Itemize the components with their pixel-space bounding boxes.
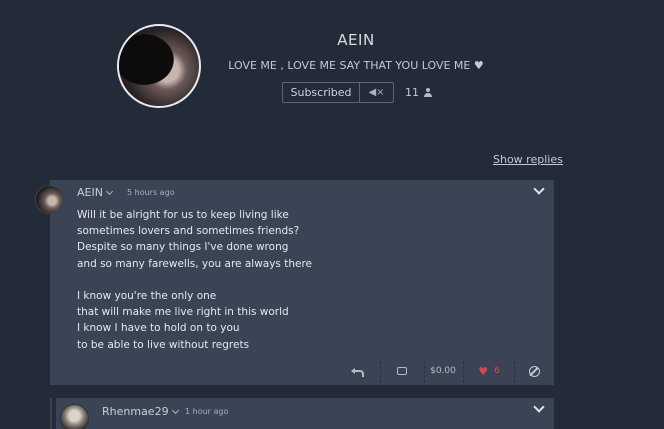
subscriber-count-value: 11 [405,86,419,99]
reply-card: Rhenmae29 1 hour ago [56,398,554,429]
profile-actions: Subscribed ◀× 11 [282,82,432,103]
profile-bio: LOVE ME , LOVE ME SAY THAT YOU LOVE ME ♥ [220,59,492,72]
like-button[interactable]: ♥ 6 [468,357,510,385]
reply-thread-line [50,398,52,429]
comment-line: Despite so many things I've done wrong [77,241,289,254]
comment-line: I know I have to hold on to you [77,322,240,335]
heart-icon: ♥ [473,59,484,72]
chevron-down-icon[interactable] [533,401,545,413]
repost-icon [397,367,407,375]
profile-bio-text: LOVE ME , LOVE ME SAY THAT YOU LOVE ME [228,59,471,72]
profile-avatar[interactable] [117,24,201,108]
comment-line [77,272,312,288]
comment-line: to be able to live without regrets [77,338,250,351]
comment-author-name: AEIN [77,186,103,199]
comment-line: sometimes lovers and sometimes friends? [77,225,300,238]
reply-timestamp: 1 hour ago [185,407,229,416]
comment-line: Will it be alright for us to keep living… [77,209,289,221]
mute-icon[interactable]: ◀× [360,82,394,103]
comment-timestamp: 5 hours ago [127,188,175,197]
tip-button[interactable]: $0.00 [427,357,459,385]
person-icon [424,88,432,97]
chevron-down-icon[interactable] [533,183,545,195]
block-button[interactable] [520,357,548,385]
comment-line: I know you're the only one [77,289,217,302]
comment-card: AEIN 5 hours ago Will it be alright for … [50,180,554,385]
show-replies-link[interactable]: Show replies [493,153,563,166]
reply-icon [351,366,364,377]
chevron-down-icon[interactable] [105,187,113,195]
comment-line: and so many farewells, you are always th… [77,257,313,270]
comment-body: Will it be alright for us to keep living… [77,207,312,353]
like-count: 6 [494,366,500,376]
heart-icon: ♥ [478,364,489,378]
reply-avatar[interactable] [60,404,89,429]
reply-author-name: Rhenmae29 [102,405,169,418]
reply-author[interactable]: Rhenmae29 [102,405,179,418]
profile-name: AEIN [337,31,375,49]
comment-author[interactable]: AEIN [77,186,113,199]
block-icon [528,365,540,377]
reply-button[interactable] [340,357,374,385]
comment-avatar[interactable] [35,185,64,214]
repost-button[interactable] [385,357,419,385]
subscriber-count: 11 [405,86,432,99]
comment-line: that will make me live right in this wor… [77,306,289,319]
comment-action-bar: $0.00 ♥ 6 [50,357,554,385]
chevron-down-icon[interactable] [171,406,179,414]
subscribed-button[interactable]: Subscribed [282,82,360,103]
